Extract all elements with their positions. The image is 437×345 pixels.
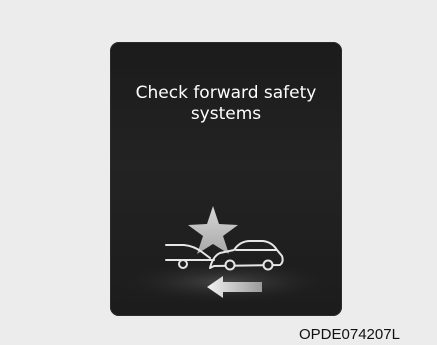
collision-star-icon bbox=[188, 206, 238, 254]
figure-code: OPDE074207L bbox=[299, 326, 400, 343]
warning-message-line-1: Check forward safety bbox=[135, 83, 317, 103]
warning-message: Check forward safety systems bbox=[110, 83, 342, 125]
warning-message-line-2: systems bbox=[190, 104, 262, 124]
cluster-display-panel: Check forward safety systems bbox=[110, 42, 342, 316]
collision-warning-graphic bbox=[116, 206, 336, 302]
